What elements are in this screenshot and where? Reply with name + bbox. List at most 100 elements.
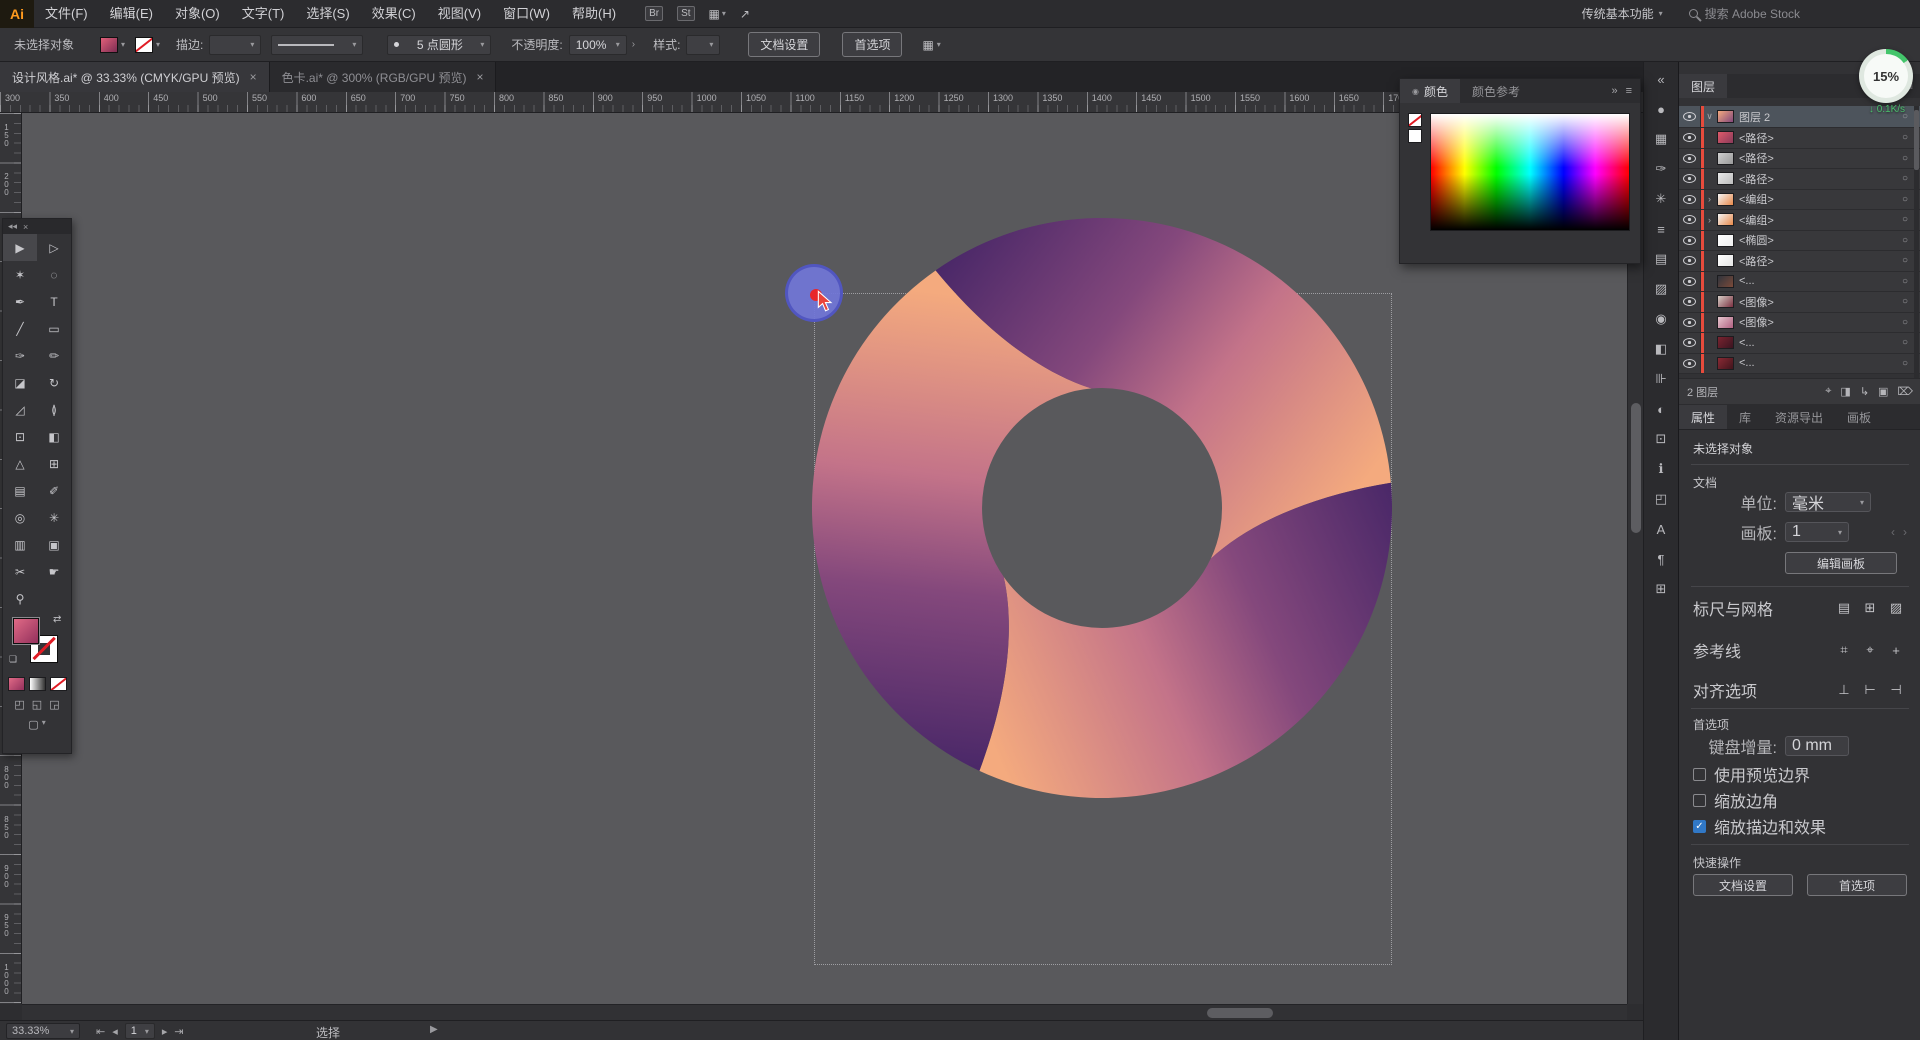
visibility-toggle-icon[interactable]	[1679, 292, 1701, 312]
checkbox-row[interactable]: ✓ 缩放边角	[1693, 788, 1778, 812]
panel-gradient-icon[interactable]: ▤	[1648, 247, 1674, 271]
menu-item-4[interactable]: 文字(T)	[231, 0, 296, 28]
zoom-tool[interactable]: ⚲	[3, 585, 37, 612]
dock-toolbar-icon[interactable]: ◂◂	[8, 221, 17, 232]
tab-layers[interactable]: 图层	[1679, 74, 1728, 98]
width-tool[interactable]: ≬	[37, 396, 71, 423]
previous-artboard-dim-icon[interactable]: ‹	[1891, 525, 1895, 539]
tab-asset-export[interactable]: 资源导出	[1763, 405, 1835, 429]
visibility-toggle-icon[interactable]	[1679, 251, 1701, 271]
show-guides-icon[interactable]: ⌗	[1833, 640, 1855, 660]
layer-row[interactable]: <路径> ○	[1679, 128, 1920, 149]
snap-to-grid-icon[interactable]: ⊥	[1833, 680, 1855, 700]
fill-swatch[interactable]	[100, 36, 119, 53]
checkbox-row[interactable]: ✓ 使用预览边界	[1693, 762, 1810, 786]
vertical-scrollbar-thumb[interactable]	[1631, 403, 1641, 533]
tab-libraries[interactable]: 库	[1727, 405, 1763, 429]
none-mode-button[interactable]	[49, 677, 67, 691]
mesh-tool[interactable]: ⊞	[37, 450, 71, 477]
panel-appearance-icon[interactable]: ◉	[1648, 307, 1674, 331]
symbol-sprayer-tool[interactable]: ✳	[37, 504, 71, 531]
target-circle-icon[interactable]: ○	[1895, 153, 1915, 164]
show-transparency-grid-icon[interactable]: ▨	[1885, 598, 1907, 618]
gradient-mode-button[interactable]	[28, 677, 46, 691]
target-circle-icon[interactable]: ○	[1895, 276, 1915, 287]
panel-info-icon[interactable]: ℹ	[1648, 457, 1674, 481]
panel-color-icon[interactable]: ●	[1648, 97, 1674, 121]
align-panel-icon[interactable]: ▦ ▾	[922, 38, 940, 52]
visibility-toggle-icon[interactable]	[1679, 230, 1701, 250]
color-mode-button[interactable]	[7, 677, 25, 691]
document-tab-active[interactable]: 设计风格.ai* @ 33.33% (CMYK/GPU 预览) ×	[0, 62, 270, 92]
checkbox-scale-strokes-effects[interactable]: ✓	[1693, 819, 1706, 833]
target-circle-icon[interactable]: ○	[1895, 296, 1915, 307]
layer-row[interactable]: <... ○	[1679, 271, 1920, 292]
target-circle-icon[interactable]: ○	[1895, 235, 1915, 246]
panel-graphic-styles-icon[interactable]: ◧	[1648, 337, 1674, 361]
last-artboard-icon[interactable]: ⇥	[174, 1025, 183, 1038]
panel-symbols-icon[interactable]: ✳	[1648, 187, 1674, 211]
quick-preferences-button[interactable]: 首选项	[1807, 874, 1907, 896]
share-icon[interactable]: ↗	[740, 7, 750, 21]
stroke-none-swatch[interactable]	[135, 36, 154, 53]
free-transform-tool[interactable]: ⊡	[3, 423, 37, 450]
new-layer-icon[interactable]: ▣	[1878, 385, 1888, 398]
fill-color-control[interactable]: ▾	[100, 36, 125, 53]
stock-search[interactable]: 搜索 Adobe Stock	[1688, 5, 1800, 22]
pencil-tool[interactable]: ✏	[37, 342, 71, 369]
visibility-toggle-icon[interactable]	[1679, 189, 1701, 209]
screen-mode-button[interactable]: ▢ ▾	[3, 715, 71, 734]
menu-item-9[interactable]: 帮助(H)	[561, 0, 627, 28]
panel-character-icon[interactable]: A	[1648, 517, 1674, 541]
edit-artboards-button[interactable]: 编辑画板	[1785, 552, 1897, 574]
status-expander-icon[interactable]: ▶	[430, 1024, 438, 1035]
menu-item-6[interactable]: 效果(C)	[361, 0, 427, 28]
layer-row[interactable]: <路径> ○	[1679, 148, 1920, 169]
eraser-tool[interactable]: ◪	[3, 369, 37, 396]
menu-item-1[interactable]: 文件(F)	[34, 0, 99, 28]
snap-to-pixel-icon[interactable]: ⊣	[1885, 680, 1907, 700]
document-tab-inactive[interactable]: 色卡.ai* @ 300% (RGB/GPU 预览) ×	[269, 62, 497, 92]
draw-behind-icon[interactable]: ◱	[32, 698, 42, 711]
magic-wand-tool[interactable]: ✶	[3, 261, 37, 288]
target-circle-icon[interactable]: ○	[1895, 255, 1915, 266]
canvas[interactable]	[22, 113, 1627, 1004]
next-artboard-icon[interactable]: ▸	[162, 1025, 168, 1038]
bridge-icon[interactable]: Br	[645, 6, 664, 21]
layer-row[interactable]: › <编组> ○	[1679, 189, 1920, 210]
fill-indicator[interactable]	[12, 617, 40, 645]
collapse-panels-icon[interactable]: «	[1648, 67, 1674, 91]
zoom-level-dropdown[interactable]: 33.33% ▾	[6, 1023, 80, 1039]
layer-row[interactable]: <路径> ○	[1679, 169, 1920, 190]
panel-navigator-icon[interactable]: ◰	[1648, 487, 1674, 511]
paintbrush-tool[interactable]: ✑	[3, 342, 37, 369]
empty-slot[interactable]	[37, 585, 71, 612]
target-circle-icon[interactable]: ○	[1895, 317, 1915, 328]
artboard-tool[interactable]: ▣	[37, 531, 71, 558]
rectangle-tool[interactable]: ▭	[37, 315, 71, 342]
panel-menu-icon[interactable]: ≡	[1626, 85, 1632, 97]
brush-dropdown[interactable]: 5 点圆形 ▾	[387, 34, 492, 55]
checkbox-scale-corners[interactable]: ✓	[1693, 793, 1706, 807]
artboard-number-dropdown[interactable]: 1 ▾	[124, 1023, 155, 1039]
panel-pathfinder-icon[interactable]: ◐	[1648, 397, 1674, 421]
panel-paragraph-icon[interactable]: ¶	[1648, 547, 1674, 571]
next-artboard-dim-icon[interactable]: ›	[1903, 525, 1907, 539]
close-tab-icon[interactable]: ×	[250, 70, 257, 84]
show-grid-icon[interactable]: ⊞	[1859, 598, 1881, 618]
visibility-toggle-icon[interactable]	[1679, 148, 1701, 168]
rotate-tool[interactable]: ↻	[37, 369, 71, 396]
visibility-toggle-icon[interactable]	[1679, 106, 1701, 127]
default-fill-stroke-icon[interactable]: ❏	[9, 654, 17, 665]
app-logo-icon[interactable]: Ai	[0, 0, 34, 28]
tab-artboards[interactable]: 画板	[1835, 405, 1883, 429]
locate-object-icon[interactable]: ⌖	[1825, 385, 1831, 398]
column-graph-tool[interactable]: ▥	[3, 531, 37, 558]
stroke-color-control[interactable]: ▾	[135, 36, 160, 53]
tab-color[interactable]: ◉ 颜色	[1400, 79, 1460, 103]
tab-properties[interactable]: 属性	[1679, 405, 1728, 429]
target-circle-icon[interactable]: ○	[1895, 132, 1915, 143]
stroke-none-mini-swatch[interactable]	[1408, 113, 1422, 127]
panel-align-icon[interactable]: ⊪	[1648, 367, 1674, 391]
hand-tool[interactable]: ☛	[37, 558, 71, 585]
